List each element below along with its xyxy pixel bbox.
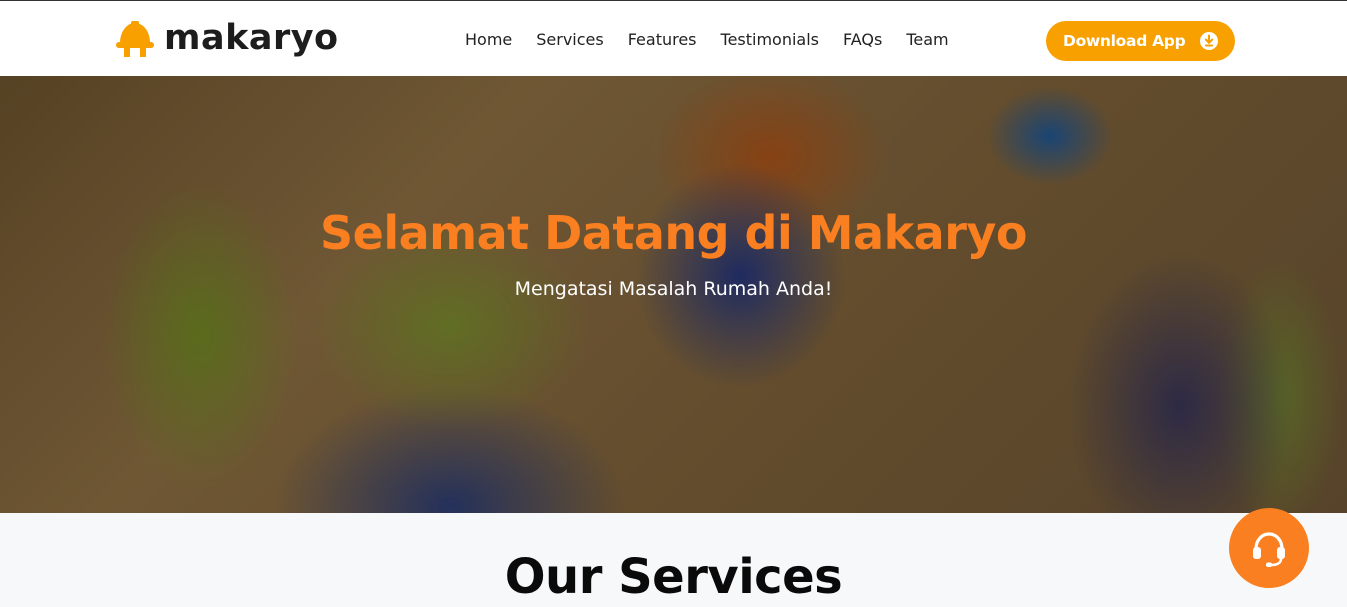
hard-hat-icon: [116, 21, 154, 57]
nav-features[interactable]: Features: [628, 29, 697, 51]
hero-title: Selamat Datang di Makaryo: [320, 206, 1028, 260]
brand-logo-link[interactable]: makaryo: [114, 17, 339, 59]
nav-team[interactable]: Team: [906, 29, 948, 51]
brand-name: makaryo: [164, 18, 339, 58]
download-app-button[interactable]: Download App: [1046, 21, 1235, 61]
nav-services[interactable]: Services: [536, 29, 603, 51]
nav-home[interactable]: Home: [465, 29, 512, 51]
download-app-label: Download App: [1063, 32, 1186, 50]
top-navbar: makaryo Home Services Features Testimoni…: [0, 0, 1347, 76]
main-nav: Home Services Features Testimonials FAQs…: [465, 29, 973, 51]
support-chat-button[interactable]: [1229, 508, 1309, 588]
hero-banner: Selamat Datang di Makaryo Mengatasi Masa…: [0, 76, 1347, 513]
nav-testimonials[interactable]: Testimonials: [721, 29, 820, 51]
headset-support-icon: [1253, 532, 1285, 567]
hero-subtitle: Mengatasi Masalah Rumah Anda!: [514, 278, 833, 300]
services-heading: Our Services: [504, 549, 843, 605]
services-section: Our Services: [0, 513, 1347, 607]
nav-faqs[interactable]: FAQs: [843, 29, 882, 51]
download-circle-icon: [1200, 32, 1218, 50]
